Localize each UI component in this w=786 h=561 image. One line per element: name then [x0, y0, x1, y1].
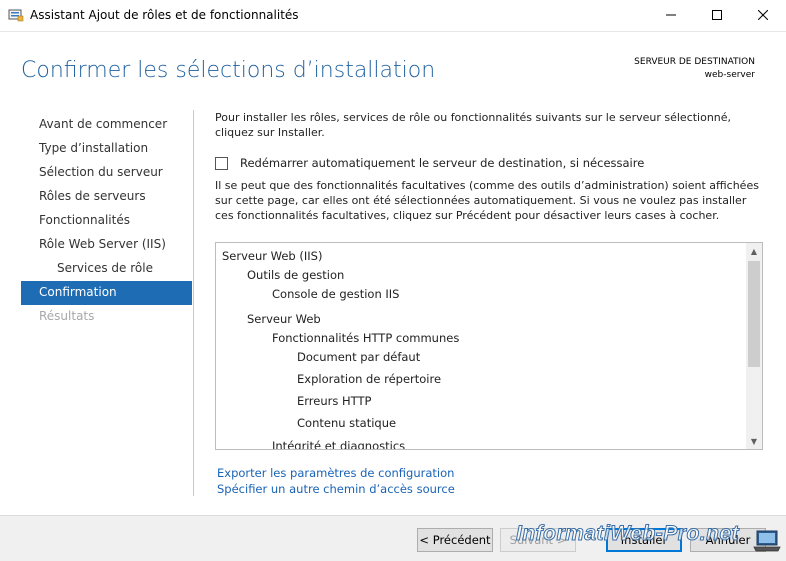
tree-item-iis-console: Console de gestion IIS	[272, 287, 400, 301]
tree-item-web-server: Serveur Web	[247, 312, 321, 326]
nav-step-before-you-begin[interactable]: Avant de commencer	[21, 113, 192, 137]
tree-item-web-server-iis: Serveur Web (IIS)	[222, 249, 323, 263]
nav-step-installation-type[interactable]: Type d’installation	[21, 137, 192, 161]
restart-checkbox-label[interactable]: Redémarrer automatiquement le serveur de…	[240, 156, 644, 170]
restart-option[interactable]: Redémarrer automatiquement le serveur de…	[215, 156, 644, 170]
window-title: Assistant Ajout de rôles et de fonctionn…	[30, 8, 299, 22]
minimize-icon	[666, 14, 676, 16]
nav-step-confirmation[interactable]: Confirmation	[21, 281, 192, 305]
nav-step-features[interactable]: Fonctionnalités	[21, 209, 192, 233]
nav-step-results: Résultats	[39, 309, 95, 323]
close-button[interactable]	[740, 0, 786, 30]
tree-item-directory-browsing: Exploration de répertoire	[297, 372, 442, 386]
restart-checkbox[interactable]	[215, 156, 228, 170]
nav-step-web-server-role[interactable]: Rôle Web Server (IIS)	[21, 233, 192, 257]
nav-step-server-selection[interactable]: Sélection du serveur	[21, 161, 192, 185]
scroll-up-icon[interactable]: ▲	[746, 243, 762, 259]
tree-item-health-diagnostics: Intégrité et diagnostics	[272, 439, 406, 450]
alternate-source-link[interactable]: Spécifier un autre chemin d’accès source	[217, 482, 455, 496]
scroll-down-icon[interactable]: ▼	[746, 433, 762, 449]
selection-list[interactable]: Serveur Web (IIS) Outils de gestion Cons…	[215, 242, 763, 450]
tree-item-common-http: Fonctionnalités HTTP communes	[272, 331, 460, 345]
wizard-steps-nav: Avant de commencer Type d’installation S…	[21, 113, 192, 329]
previous-button[interactable]: < Précédent	[417, 528, 493, 552]
watermark: InformatiWeb-Pro.net	[515, 522, 740, 546]
main-content: Pour installer les rôles, services de rô…	[215, 110, 767, 222]
tree-item-management-tools: Outils de gestion	[247, 268, 345, 282]
tree-item-default-document: Document par défaut	[297, 350, 421, 364]
tree-item-static-content: Contenu statique	[297, 416, 397, 430]
nav-step-server-roles[interactable]: Rôles de serveurs	[21, 185, 192, 209]
server-manager-icon	[8, 9, 24, 22]
laptop-icon	[753, 530, 781, 552]
nav-divider	[193, 110, 194, 496]
export-settings-link[interactable]: Exporter les paramètres de configuration	[217, 466, 454, 480]
vertical-scrollbar[interactable]: ▲ ▼	[746, 243, 762, 449]
optional-features-note: Il se peut que des fonctionnalités facul…	[215, 179, 759, 222]
destination-label: SERVEUR DE DESTINATION	[634, 57, 755, 67]
minimize-button[interactable]	[648, 0, 694, 30]
intro-text: Pour installer les rôles, services de rô…	[215, 111, 732, 139]
close-icon	[758, 10, 768, 20]
maximize-button[interactable]	[694, 0, 740, 30]
scroll-thumb[interactable]	[748, 261, 760, 367]
page-title: Confirmer les sélections d’installation	[21, 58, 436, 83]
tree-item-http-errors: Erreurs HTTP	[297, 394, 372, 408]
title-bar: Assistant Ajout de rôles et de fonctionn…	[0, 0, 786, 32]
maximize-icon	[712, 10, 722, 20]
nav-step-role-services[interactable]: Services de rôle	[21, 257, 192, 281]
destination-server: web-server	[704, 70, 755, 80]
